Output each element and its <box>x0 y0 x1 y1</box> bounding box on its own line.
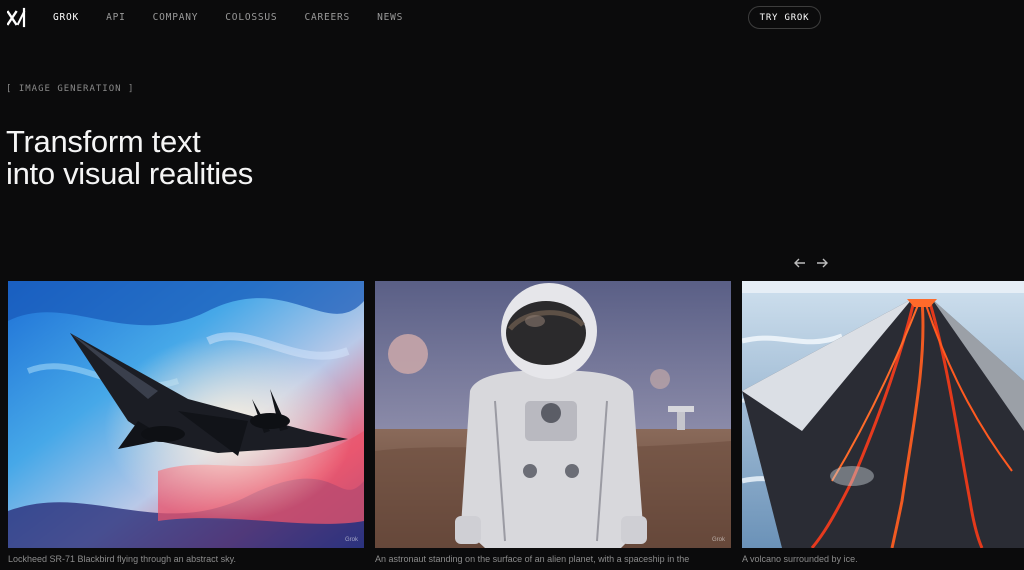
nav-link-careers[interactable]: CAREERS <box>304 12 350 23</box>
gallery-card-volcano[interactable]: A volcano surrounded by ice. <box>742 281 1024 570</box>
xai-logo[interactable] <box>6 7 27 29</box>
astronaut-image: Grok <box>375 281 731 548</box>
page-headline: Transform text into visual realities <box>6 126 253 190</box>
nav-link-colossus[interactable]: COLOSSUS <box>225 12 277 23</box>
nav-link-api[interactable]: API <box>106 12 126 23</box>
arrow-right-icon <box>815 256 829 270</box>
caption-volcano: A volcano surrounded by ice. <box>742 554 858 564</box>
nav-links: GROK API COMPANY COLOSSUS CAREERS NEWS <box>53 12 430 23</box>
gallery-card-sr71[interactable]: Grok Lockheed SR-71 Blackbird flying thr… <box>8 281 364 570</box>
headline-line-2: into visual realities <box>6 156 253 191</box>
try-grok-button[interactable]: TRY GROK <box>748 6 821 29</box>
headline-line-1: Transform text <box>6 124 201 159</box>
section-eyebrow: [ IMAGE GENERATION ] <box>6 84 135 94</box>
volcano-image <box>742 281 1024 548</box>
caption-sr71: Lockheed SR-71 Blackbird flying through … <box>8 554 236 564</box>
arrow-left-icon <box>793 256 807 270</box>
gallery-card-astronaut[interactable]: Grok An astronaut standing on the surfac… <box>375 281 731 570</box>
sr71-image: Grok <box>8 281 364 548</box>
nav-link-news[interactable]: NEWS <box>377 12 403 23</box>
top-nav: GROK API COMPANY COLOSSUS CAREERS NEWS T… <box>0 0 1024 36</box>
nav-link-company[interactable]: COMPANY <box>153 12 199 23</box>
carousel-next-button[interactable] <box>815 256 829 270</box>
grok-watermark: Grok <box>344 537 358 543</box>
carousel-prev-button[interactable] <box>793 256 807 270</box>
caption-astronaut: An astronaut standing on the surface of … <box>375 554 690 564</box>
grok-watermark: Grok <box>711 537 725 543</box>
nav-link-grok[interactable]: GROK <box>53 12 79 23</box>
